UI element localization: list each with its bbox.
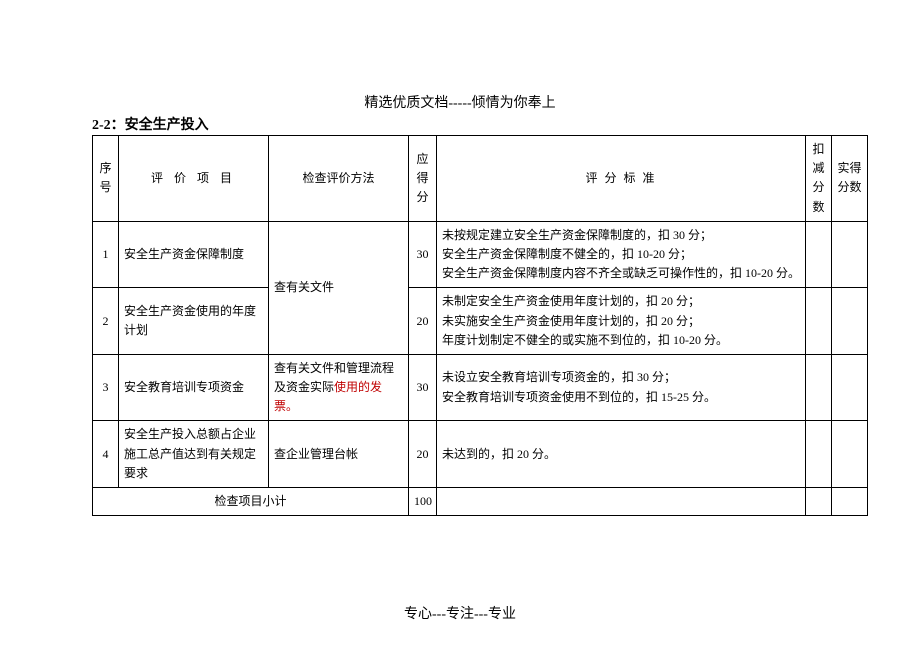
cell-actual [832,354,868,421]
cell-seq: 1 [93,221,119,288]
cell-seq: 2 [93,288,119,355]
cell-deduct [806,221,832,288]
cell-method: 查企业管理台帐 [269,421,409,488]
cell-item: 安全教育培训专项资金 [119,354,269,421]
table-subtotal-row: 检查项目小计 100 [93,488,868,516]
cell-item: 安全生产资金使用的年度计划 [119,288,269,355]
th-criteria: 评 分 标 准 [437,136,806,222]
cell-possible: 30 [409,354,437,421]
cell-possible: 30 [409,221,437,288]
subtotal-empty [832,488,868,516]
cell-criteria: 未按规定建立安全生产资金保障制度的，扣 30 分； 安全生产资金保障制度不健全的… [437,221,806,288]
criteria-line: 未设立安全教育培训专项资金的，扣 30 分； [442,368,800,387]
cell-item: 安全生产资金保障制度 [119,221,269,288]
cell-criteria: 未设立安全教育培训专项资金的，扣 30 分； 安全教育培训专项资金使用不到位的，… [437,354,806,421]
cell-seq: 3 [93,354,119,421]
criteria-line: 安全生产资金保障制度内容不齐全或缺乏可操作性的，扣 10-20 分。 [442,264,800,283]
table-row: 3 安全教育培训专项资金 查有关文件和管理流程及资金实际使用的发票。 30 未设… [93,354,868,421]
criteria-line: 安全教育培训专项资金使用不到位的，扣 15-25 分。 [442,388,800,407]
th-item: 评 价 项 目 [119,136,269,222]
cell-actual [832,221,868,288]
subtotal-empty [437,488,806,516]
cell-possible: 20 [409,421,437,488]
th-actual: 实得分数 [832,136,868,222]
th-deduct: 扣减分数 [806,136,832,222]
cell-method: 查有关文件 [269,221,409,354]
table-row: 4 安全生产投入总额占企业施工总产值达到有关规定要求 查企业管理台帐 20 未达… [93,421,868,488]
cell-deduct [806,288,832,355]
criteria-line: 年度计划制定不健全的或实施不到位的，扣 10-20 分。 [442,331,800,350]
cell-possible: 20 [409,288,437,355]
criteria-line: 未实施安全生产资金使用年度计划的，扣 20 分； [442,312,800,331]
cell-criteria: 未制定安全生产资金使用年度计划的，扣 20 分； 未实施安全生产资金使用年度计划… [437,288,806,355]
subtotal-value: 100 [409,488,437,516]
evaluation-table: 序号 评 价 项 目 检查评价方法 应得分 评 分 标 准 扣减分数 实得分数 … [92,135,868,516]
table-container: 序号 评 价 项 目 检查评价方法 应得分 评 分 标 准 扣减分数 实得分数 … [0,135,920,516]
criteria-line: 未按规定建立安全生产资金保障制度的，扣 30 分； [442,226,800,245]
cell-actual [832,288,868,355]
cell-seq: 4 [93,421,119,488]
cell-item: 安全生产投入总额占企业施工总产值达到有关规定要求 [119,421,269,488]
criteria-line: 安全生产资金保障制度不健全的，扣 10-20 分； [442,245,800,264]
criteria-line: 未达到的，扣 20 分。 [442,445,800,464]
table-row: 1 安全生产资金保障制度 查有关文件 30 未按规定建立安全生产资金保障制度的，… [93,221,868,288]
th-method: 检查评价方法 [269,136,409,222]
cell-method: 查有关文件和管理流程及资金实际使用的发票。 [269,354,409,421]
cell-deduct [806,354,832,421]
criteria-line: 未制定安全生产资金使用年度计划的，扣 20 分； [442,292,800,311]
cell-deduct [806,421,832,488]
cell-actual [832,421,868,488]
cell-criteria: 未达到的，扣 20 分。 [437,421,806,488]
subtotal-empty [806,488,832,516]
section-title: 2-2：安全生产投入 [0,114,920,135]
table-row: 2 安全生产资金使用的年度计划 20 未制定安全生产资金使用年度计划的，扣 20… [93,288,868,355]
th-possible: 应得分 [409,136,437,222]
subtotal-label: 检查项目小计 [93,488,409,516]
table-header-row: 序号 评 价 项 目 检查评价方法 应得分 评 分 标 准 扣减分数 实得分数 [93,136,868,222]
page-header: 精选优质文档-----倾情为你奉上 [0,0,920,114]
page-footer: 专心---专注---专业 [0,603,920,623]
th-seq: 序号 [93,136,119,222]
